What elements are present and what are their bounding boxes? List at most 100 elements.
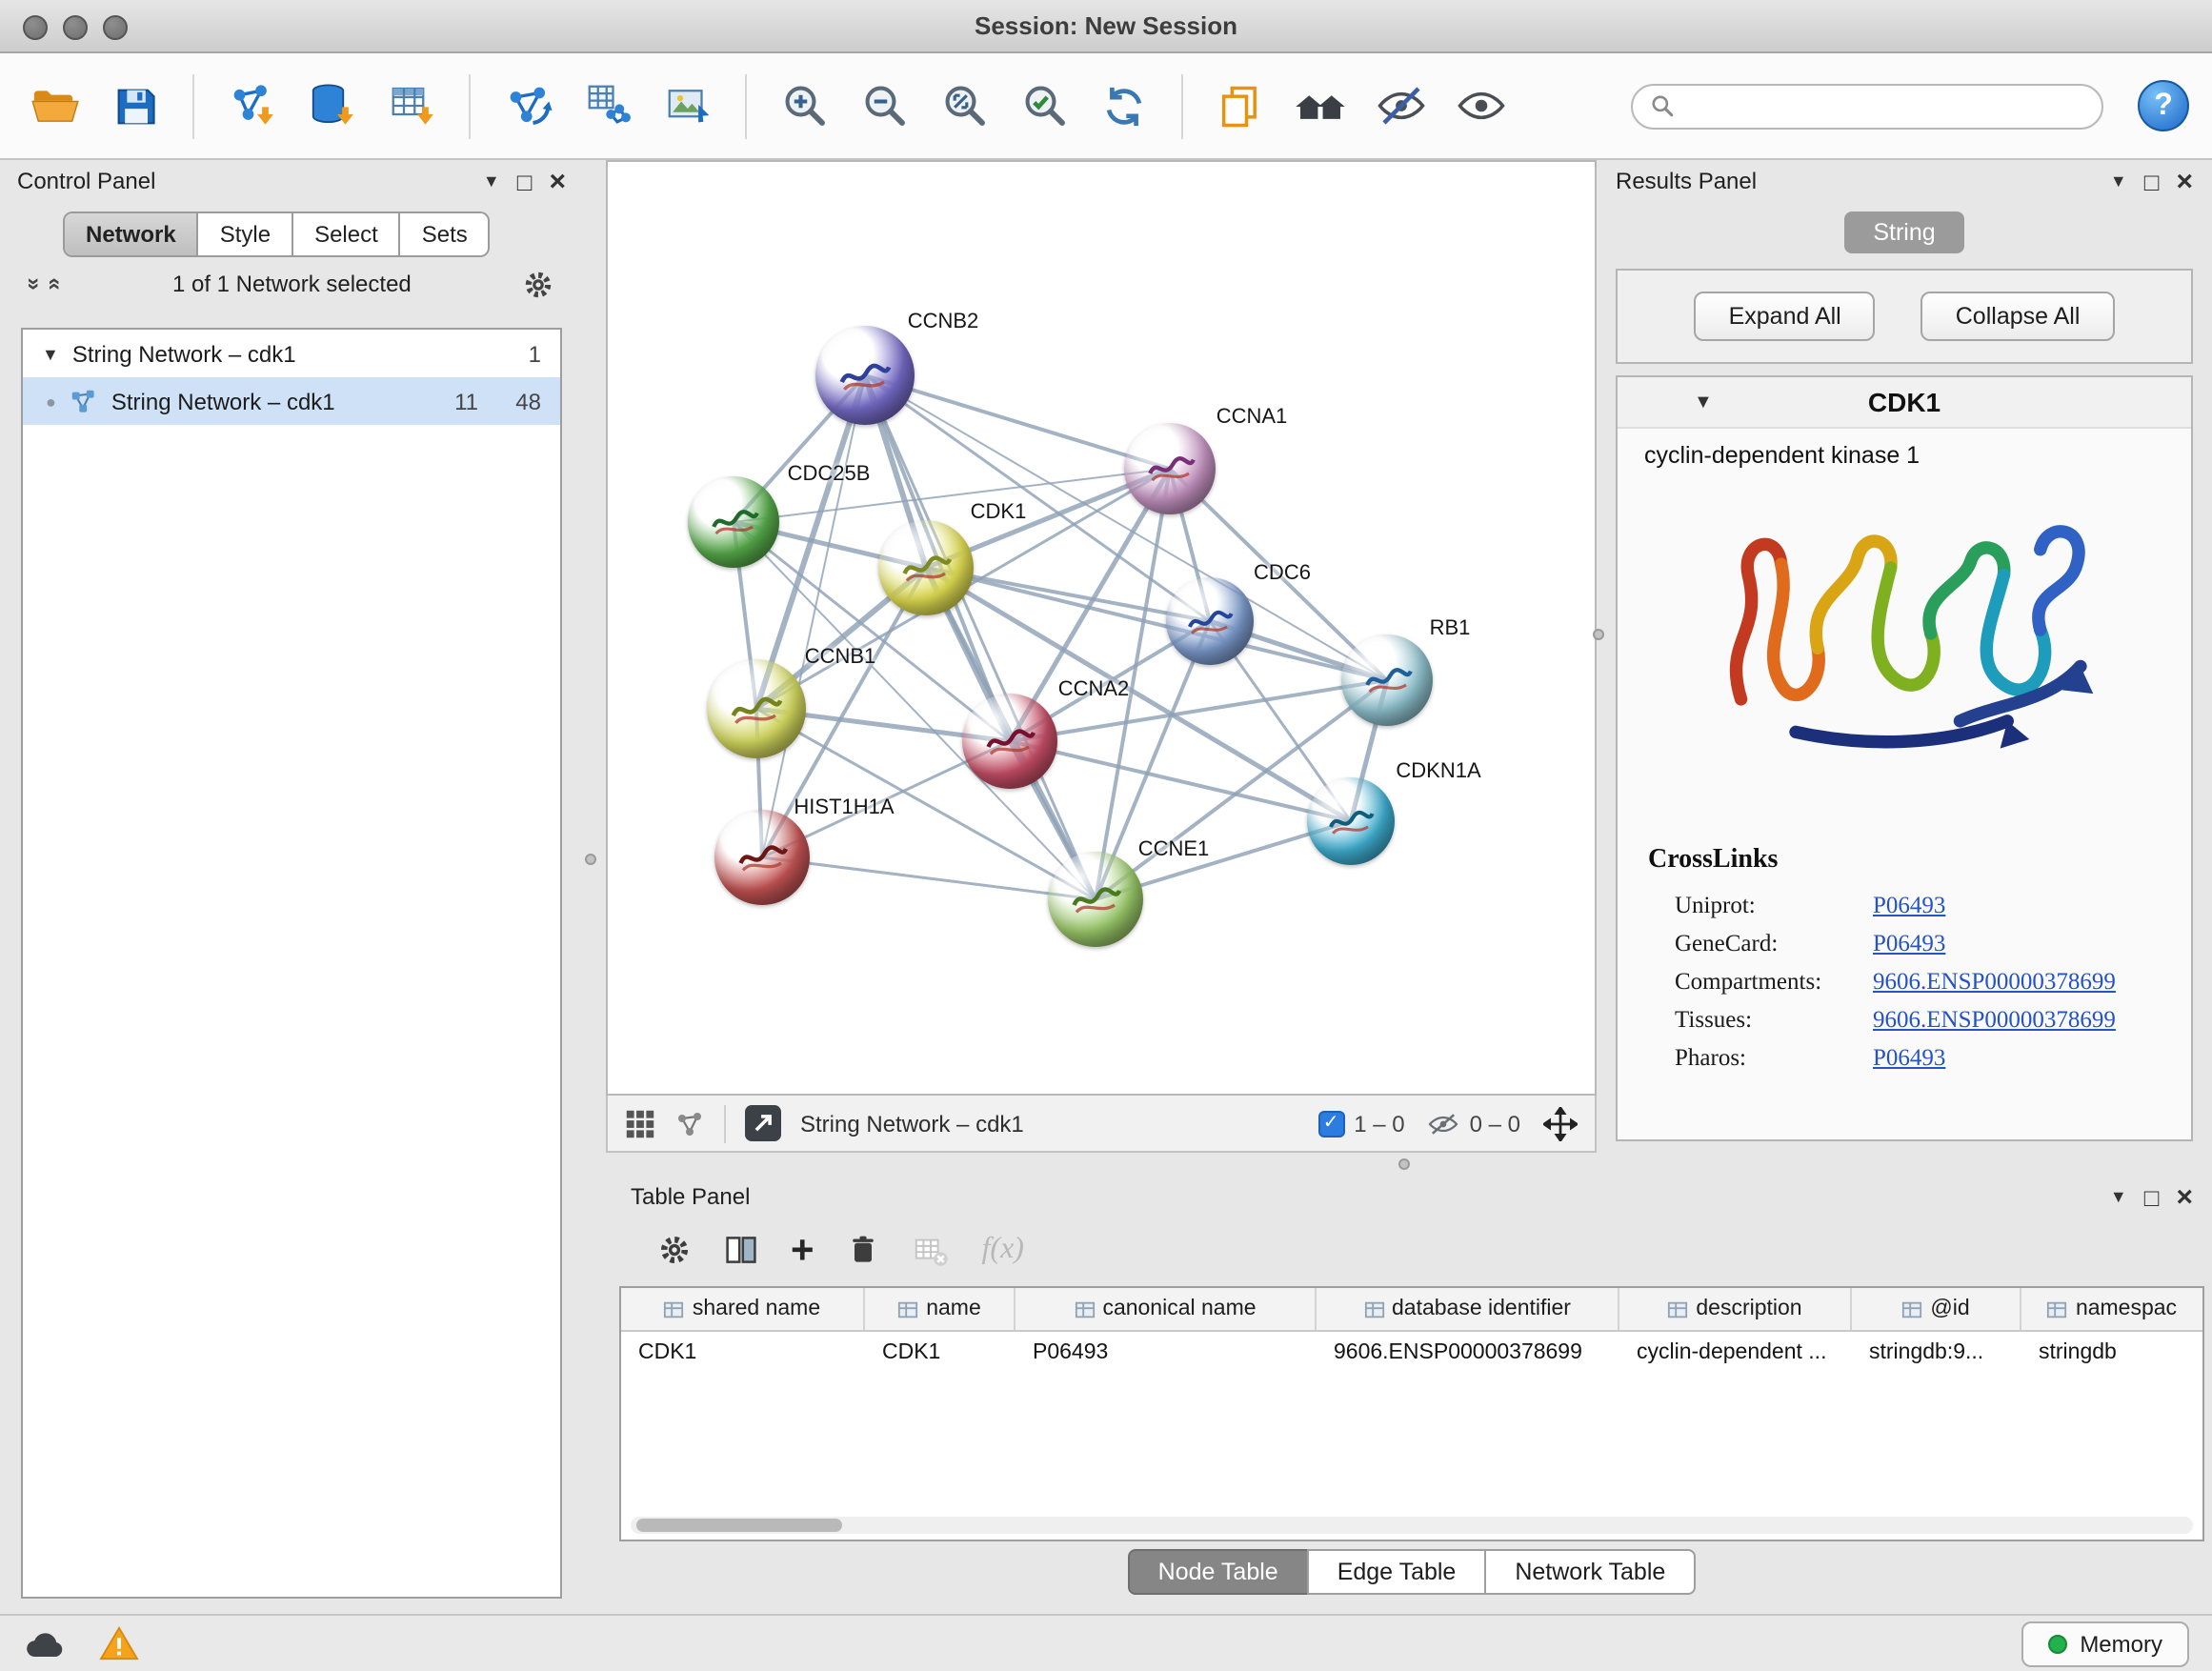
help-button[interactable]: ? xyxy=(2138,80,2189,131)
network-node-cdkn1a[interactable] xyxy=(1307,777,1395,865)
import-table-button[interactable] xyxy=(379,71,444,140)
crosslink-link[interactable]: P06493 xyxy=(1873,929,1945,957)
search-input[interactable] xyxy=(1686,92,2084,119)
crosslink-link[interactable]: 9606.ENSP00000378699 xyxy=(1873,967,2116,996)
tab-network[interactable]: Network xyxy=(65,213,199,255)
column-header-database-identifier[interactable]: database identifier xyxy=(1317,1288,1619,1330)
zoom-out-button[interactable] xyxy=(852,71,916,140)
table-cell[interactable]: stringdb xyxy=(2021,1341,2204,1364)
network-node-cdk1[interactable] xyxy=(878,520,974,615)
save-session-button[interactable] xyxy=(103,71,168,140)
selection-counter[interactable]: ✓ 1 – 0 xyxy=(1317,1110,1404,1137)
add-column-icon[interactable]: + xyxy=(791,1230,814,1270)
close-panel-icon[interactable]: × xyxy=(549,167,566,195)
gear-icon[interactable] xyxy=(657,1233,692,1267)
network-overview-icon[interactable] xyxy=(674,1108,705,1138)
collapse-all-button[interactable]: Collapse All xyxy=(1921,292,2115,341)
horizontal-scrollbar[interactable] xyxy=(631,1517,2193,1534)
table-cell[interactable]: P06493 xyxy=(1016,1341,1317,1364)
network-view-toolbar: String Network – cdk1 ✓ 1 – 0 0 – 0 xyxy=(606,1096,1597,1153)
horizontal-splitter-handle[interactable] xyxy=(1398,1158,1410,1170)
zoom-selected-button[interactable] xyxy=(1012,71,1076,140)
export-image-button[interactable] xyxy=(655,71,720,140)
zoom-fit-button[interactable] xyxy=(932,71,996,140)
column-header-shared-name[interactable]: shared name xyxy=(621,1288,865,1330)
search-box[interactable] xyxy=(1631,83,2103,129)
float-panel-icon[interactable]: □ xyxy=(517,169,533,193)
close-panel-icon[interactable]: × xyxy=(2176,1182,2193,1211)
tab-select[interactable]: Select xyxy=(293,213,401,255)
pan-move-icon[interactable] xyxy=(1543,1106,1578,1140)
hide-annotations-button[interactable] xyxy=(1368,71,1433,140)
detach-view-button[interactable] xyxy=(745,1105,781,1141)
crosslink-link[interactable]: P06493 xyxy=(1873,1043,1945,1072)
network-node-ccna2[interactable] xyxy=(962,694,1057,789)
protein-thumbnail-icon xyxy=(727,689,786,731)
column-header-canonical-name[interactable]: canonical name xyxy=(1016,1288,1317,1330)
table-cell[interactable]: CDK1 xyxy=(865,1341,1016,1364)
column-header-namespac[interactable]: namespac xyxy=(2021,1288,2204,1330)
network-node-cdc25b[interactable] xyxy=(688,476,779,568)
tab-style[interactable]: Style xyxy=(199,213,293,255)
network-canvas[interactable]: CCNB2CCNA1CDC25BCDK1CDC6RB1CCNB1CCNA2CDK… xyxy=(606,160,1597,1096)
network-node-ccnb1[interactable] xyxy=(707,659,806,758)
open-session-button[interactable] xyxy=(23,71,88,140)
network-node-cdc6[interactable] xyxy=(1166,577,1254,665)
cloud-status-icon[interactable] xyxy=(23,1626,69,1661)
gear-icon[interactable] xyxy=(522,268,554,300)
table-cell[interactable]: CDK1 xyxy=(621,1341,865,1364)
network-node-hist1h1a[interactable] xyxy=(714,810,810,905)
tab-edge-table[interactable]: Edge Table xyxy=(1307,1549,1487,1595)
tab-node-table[interactable]: Node Table xyxy=(1128,1549,1309,1595)
delete-column-icon[interactable] xyxy=(847,1233,881,1267)
column-header--id[interactable]: @id xyxy=(1852,1288,2021,1330)
section-caret-icon[interactable]: ▼ xyxy=(1694,392,1713,413)
string-tab-badge[interactable]: String xyxy=(1844,211,1963,253)
expand-all-button[interactable]: Expand All xyxy=(1695,292,1876,341)
copy-view-button[interactable] xyxy=(1208,71,1273,140)
panel-menu-icon[interactable]: ▼ xyxy=(2110,1188,2127,1205)
column-header-description[interactable]: description xyxy=(1619,1288,1852,1330)
tab-network-table[interactable]: Network Table xyxy=(1484,1549,1696,1595)
hidden-counter[interactable]: 0 – 0 xyxy=(1428,1110,1520,1137)
tree-caret-icon[interactable]: ▼ xyxy=(42,344,59,363)
import-network-file-button[interactable] xyxy=(219,71,284,140)
left-splitter-handle[interactable] xyxy=(585,854,596,865)
show-columns-icon[interactable] xyxy=(724,1233,758,1267)
warning-icon[interactable] xyxy=(99,1625,139,1661)
checkbox-icon[interactable]: ✓ xyxy=(1317,1110,1344,1137)
grid-view-icon[interactable] xyxy=(625,1108,655,1138)
close-panel-icon[interactable]: × xyxy=(2176,167,2193,195)
table-cell[interactable]: stringdb:9... xyxy=(1852,1341,2021,1364)
crosslink-link[interactable]: P06493 xyxy=(1873,891,1945,919)
float-panel-icon[interactable]: □ xyxy=(2144,1184,2160,1209)
network-collection-row[interactable]: ▼ String Network – cdk1 1 xyxy=(23,330,560,377)
birds-eye-view-button[interactable] xyxy=(1288,71,1353,140)
network-node-ccnb2[interactable] xyxy=(815,326,915,425)
table-row[interactable]: CDK1CDK1P064939606.ENSP00000378699cyclin… xyxy=(621,1332,2202,1374)
zoom-in-button[interactable] xyxy=(772,71,836,140)
float-panel-icon[interactable]: □ xyxy=(2144,169,2160,193)
network-node-ccne1[interactable] xyxy=(1048,852,1143,947)
new-network-from-selection-button[interactable] xyxy=(575,71,640,140)
collapse-all-tree-icon[interactable]: « xyxy=(42,277,69,290)
memory-button[interactable]: Memory xyxy=(2021,1621,2189,1666)
right-splitter-handle[interactable] xyxy=(1593,629,1604,640)
horizontal-scrollbar-thumb[interactable] xyxy=(636,1519,842,1532)
table-cell[interactable]: cyclin-dependent ... xyxy=(1619,1341,1852,1364)
column-header-name[interactable]: name xyxy=(865,1288,1016,1330)
new-network-button[interactable] xyxy=(495,71,560,140)
crosslink-link[interactable]: 9606.ENSP00000378699 xyxy=(1873,1005,2116,1034)
show-annotations-button[interactable] xyxy=(1448,71,1513,140)
panel-menu-icon[interactable]: ▼ xyxy=(483,172,500,190)
network-node-ccna1[interactable] xyxy=(1124,423,1216,514)
memory-status-dot xyxy=(2047,1634,2066,1653)
network-node-rb1[interactable] xyxy=(1341,634,1433,726)
refresh-layout-button[interactable] xyxy=(1092,71,1156,140)
tab-sets[interactable]: Sets xyxy=(401,213,489,255)
gene-section-header[interactable]: ▼ CDK1 xyxy=(1618,377,2191,429)
table-cell[interactable]: 9606.ENSP00000378699 xyxy=(1317,1341,1619,1364)
import-network-database-button[interactable] xyxy=(299,71,364,140)
network-row-selected[interactable]: ● String Network – cdk1 11 48 xyxy=(23,377,560,425)
panel-menu-icon[interactable]: ▼ xyxy=(2110,172,2127,190)
